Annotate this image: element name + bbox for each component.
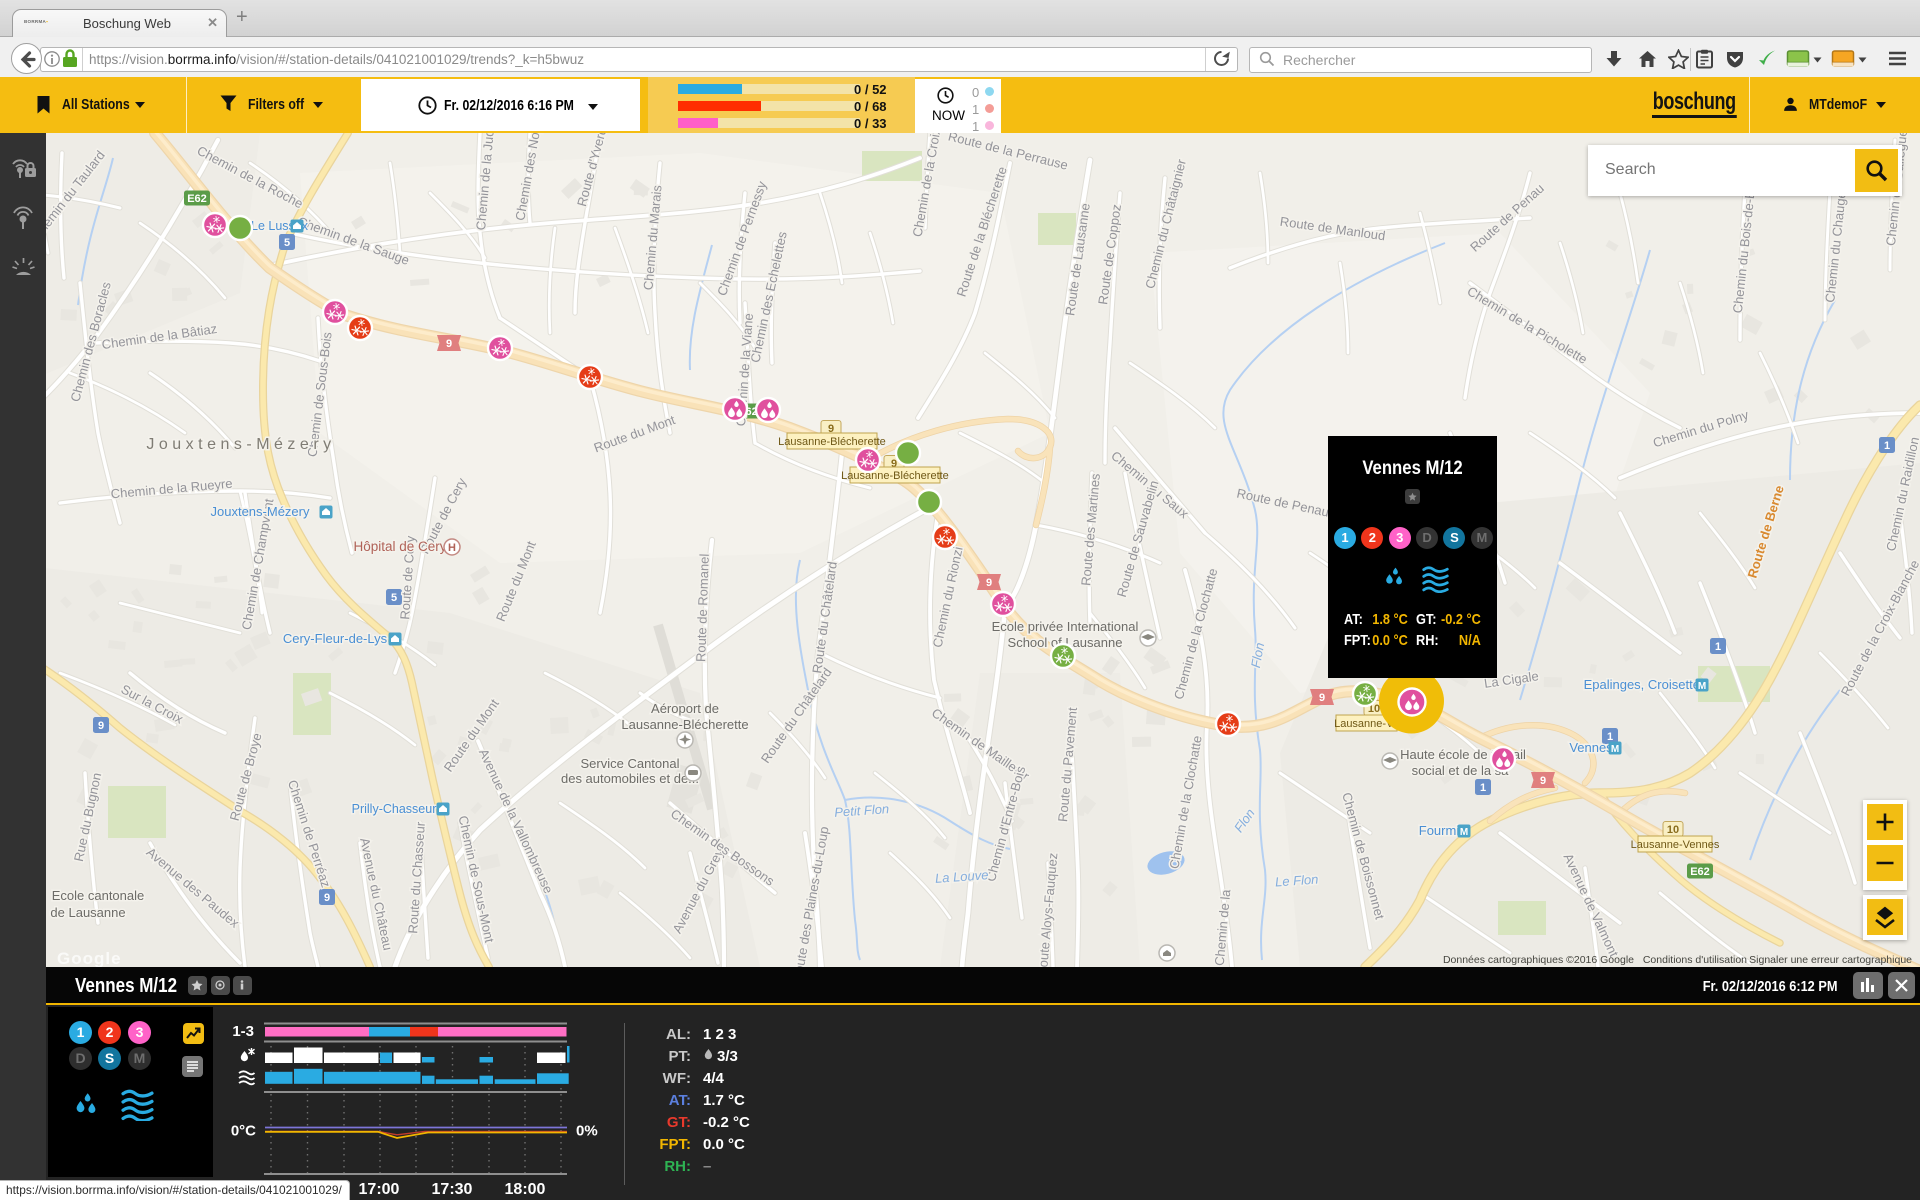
svg-text:0°C: 0°C xyxy=(231,1123,256,1140)
svg-text:Ecole privée International: Ecole privée International xyxy=(992,619,1139,634)
svg-text:–: – xyxy=(703,1158,711,1175)
svg-text:Aéroport de: Aéroport de xyxy=(651,701,719,716)
svg-text:Données cartographiques ©2016: Données cartographiques ©2016 Google xyxy=(1443,954,1634,966)
svg-text:Lausanne-Blécherette: Lausanne-Blécherette xyxy=(778,436,886,448)
svg-text:9: 9 xyxy=(986,577,992,589)
svg-text:Hôpital de Cery: Hôpital de Cery xyxy=(353,539,446,554)
svg-text:Lausanne-Blécherette: Lausanne-Blécherette xyxy=(841,470,949,482)
svg-text:M: M xyxy=(1611,744,1619,755)
svg-text:1: 1 xyxy=(1884,440,1890,452)
svg-text:AL:: AL: xyxy=(666,1026,691,1043)
svg-text:17:00: 17:00 xyxy=(359,1181,400,1198)
svg-text:WF:: WF: xyxy=(663,1070,691,1087)
svg-text:9: 9 xyxy=(1319,692,1325,704)
svg-text:M: M xyxy=(1460,827,1468,838)
svg-text:Le Flon: Le Flon xyxy=(1275,872,1319,890)
svg-text:Fourmi: Fourmi xyxy=(1419,823,1460,838)
svg-text:-0.2 °C: -0.2 °C xyxy=(703,1114,750,1131)
svg-text:Ecole cantonale: Ecole cantonale xyxy=(52,888,145,903)
svg-text:E62: E62 xyxy=(1690,866,1710,878)
svg-text:Signaler une erreur cartograph: Signaler une erreur cartographique xyxy=(1749,954,1912,966)
svg-text:Cery-Fleur-de-Lys: Cery-Fleur-de-Lys xyxy=(283,631,388,646)
svg-text:H: H xyxy=(448,542,456,554)
svg-text:RH:: RH: xyxy=(664,1158,691,1175)
svg-text:Lausanne-Blécherette: Lausanne-Blécherette xyxy=(621,717,748,732)
svg-text:Prilly-Chasseur: Prilly-Chasseur xyxy=(352,802,437,816)
svg-text:des automobiles et de...: des automobiles et de... xyxy=(561,771,699,786)
svg-text:M: M xyxy=(1698,681,1706,692)
svg-text:5: 5 xyxy=(391,592,397,604)
svg-text:4/4: 4/4 xyxy=(703,1070,725,1087)
svg-text:10: 10 xyxy=(1667,824,1679,836)
svg-text:AT:: AT: xyxy=(669,1092,691,1109)
svg-text:0%: 0% xyxy=(576,1123,598,1140)
svg-text:9: 9 xyxy=(1540,775,1546,787)
svg-text:Jouxtens-Mézery: Jouxtens-Mézery xyxy=(146,436,335,453)
svg-text:3/3: 3/3 xyxy=(717,1048,738,1065)
svg-text:FPT:: FPT: xyxy=(659,1136,691,1153)
svg-text:17:30: 17:30 xyxy=(432,1181,473,1198)
svg-text:Google: Google xyxy=(57,949,122,967)
svg-text:9: 9 xyxy=(324,892,330,904)
svg-text:0.0 °C: 0.0 °C xyxy=(703,1136,745,1153)
svg-text:18:00: 18:00 xyxy=(505,1181,546,1198)
svg-text:E62: E62 xyxy=(187,193,207,205)
svg-text:1: 1 xyxy=(1480,782,1486,794)
svg-text:1-3: 1-3 xyxy=(232,1023,254,1040)
svg-text:Jouxtens-Mézery: Jouxtens-Mézery xyxy=(211,504,310,519)
svg-text:Service Cantonal: Service Cantonal xyxy=(581,756,680,771)
svg-text:9: 9 xyxy=(98,720,104,732)
svg-text:1: 1 xyxy=(1715,641,1721,653)
svg-text:Conditions d'utilisation: Conditions d'utilisation xyxy=(1643,954,1747,966)
svg-text:5: 5 xyxy=(284,237,290,249)
svg-text:Lausanne-Vennes: Lausanne-Vennes xyxy=(1631,839,1720,851)
svg-text:PT:: PT: xyxy=(669,1048,692,1065)
svg-text:Epalinges, Croisettes: Epalinges, Croisettes xyxy=(1584,677,1707,692)
svg-text:GT:: GT: xyxy=(667,1114,691,1131)
svg-text:9: 9 xyxy=(446,338,452,350)
svg-text:1.7 °C: 1.7 °C xyxy=(703,1092,745,1109)
svg-text:1 2 3: 1 2 3 xyxy=(703,1026,736,1043)
svg-text:de Lausanne: de Lausanne xyxy=(50,905,125,920)
svg-text:Vennes: Vennes xyxy=(1569,740,1613,755)
